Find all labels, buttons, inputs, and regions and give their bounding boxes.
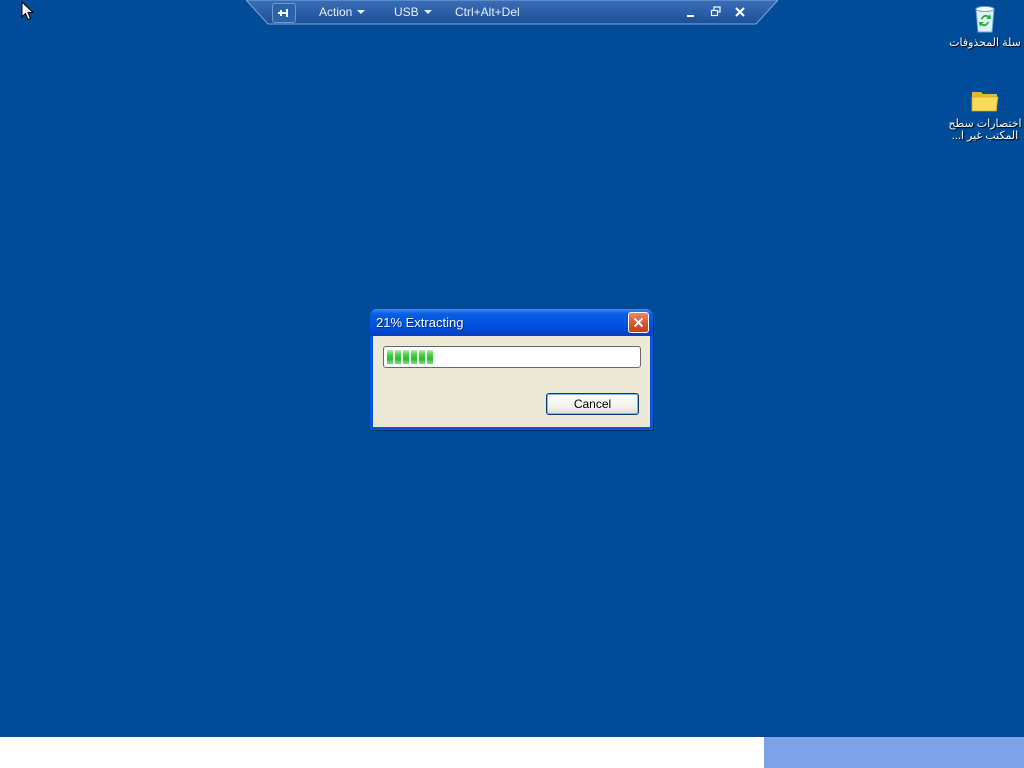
desktop-icon-label: سلة المحذوفات [949, 37, 1021, 49]
chevron-down-icon [357, 10, 366, 14]
close-icon [735, 7, 745, 17]
dialog-close-button[interactable] [628, 312, 649, 333]
mouse-pointer-icon [21, 1, 35, 21]
cancel-button[interactable]: Cancel [546, 393, 639, 415]
desktop-icon-shortcuts-folder[interactable]: اختصارات سطح المكتب غير ا... [945, 84, 1024, 142]
desktop-icon-recycle-bin[interactable]: سلة المحذوفات [945, 3, 1024, 49]
extraction-progress-bar [383, 346, 641, 368]
dialog-body: Cancel [373, 336, 650, 427]
progress-chunk [419, 350, 425, 364]
minimize-icon [687, 15, 694, 17]
bottom-bar-right [764, 737, 1024, 768]
minimize-button[interactable] [684, 5, 698, 19]
progress-chunk [395, 350, 401, 364]
desktop-icon-label: اختصارات سطح المكتب غير ا... [948, 118, 1022, 142]
close-icon [633, 317, 644, 328]
folder-icon [969, 84, 1001, 116]
pin-icon [278, 9, 288, 17]
dialog-title: 21% Extracting [376, 315, 464, 330]
ctrl-alt-del-label: Ctrl+Alt+Del [455, 5, 520, 19]
close-button[interactable] [733, 5, 747, 19]
recycle-bin-icon [969, 3, 1001, 35]
progress-chunk [403, 350, 409, 364]
progress-track [386, 349, 638, 365]
usb-menu-label: USB [394, 5, 419, 19]
restore-icon [710, 6, 721, 17]
chevron-down-icon [423, 10, 432, 14]
progress-chunk [411, 350, 417, 364]
ctrl-alt-del-button[interactable]: Ctrl+Alt+Del [455, 5, 520, 20]
usb-menu[interactable]: USB [394, 5, 432, 20]
action-menu[interactable]: Action [319, 5, 366, 20]
bottom-bar-left [0, 737, 764, 768]
extracting-dialog: 21% Extracting Cancel [370, 309, 653, 430]
action-menu-label: Action [319, 5, 353, 19]
restore-button[interactable] [709, 5, 723, 19]
progress-chunk [427, 350, 433, 364]
dialog-title-bar[interactable]: 21% Extracting [370, 309, 653, 336]
progress-chunk [387, 350, 393, 364]
pin-button[interactable] [272, 3, 296, 23]
